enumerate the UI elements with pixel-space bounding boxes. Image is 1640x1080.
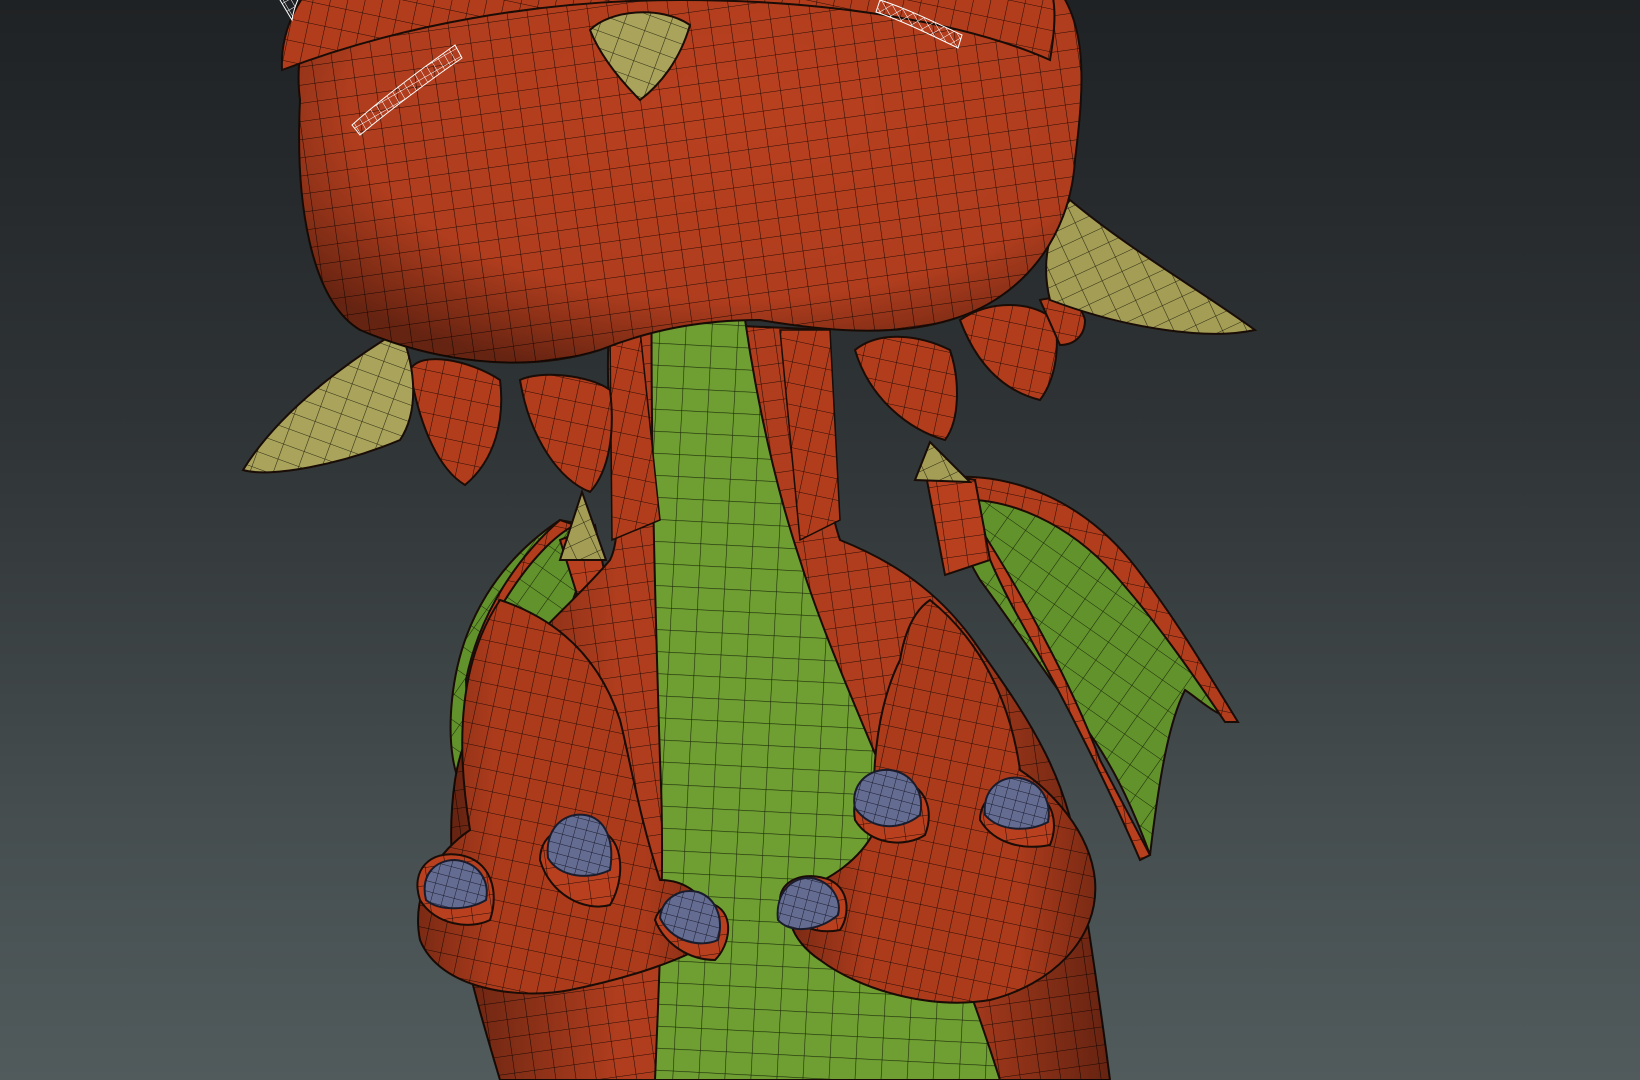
3d-viewport[interactable] <box>0 0 1640 1080</box>
left-horn <box>241 328 415 474</box>
claw-tip <box>546 813 613 877</box>
dragon-model-render <box>241 0 1258 1080</box>
dragon-head <box>279 0 1083 364</box>
